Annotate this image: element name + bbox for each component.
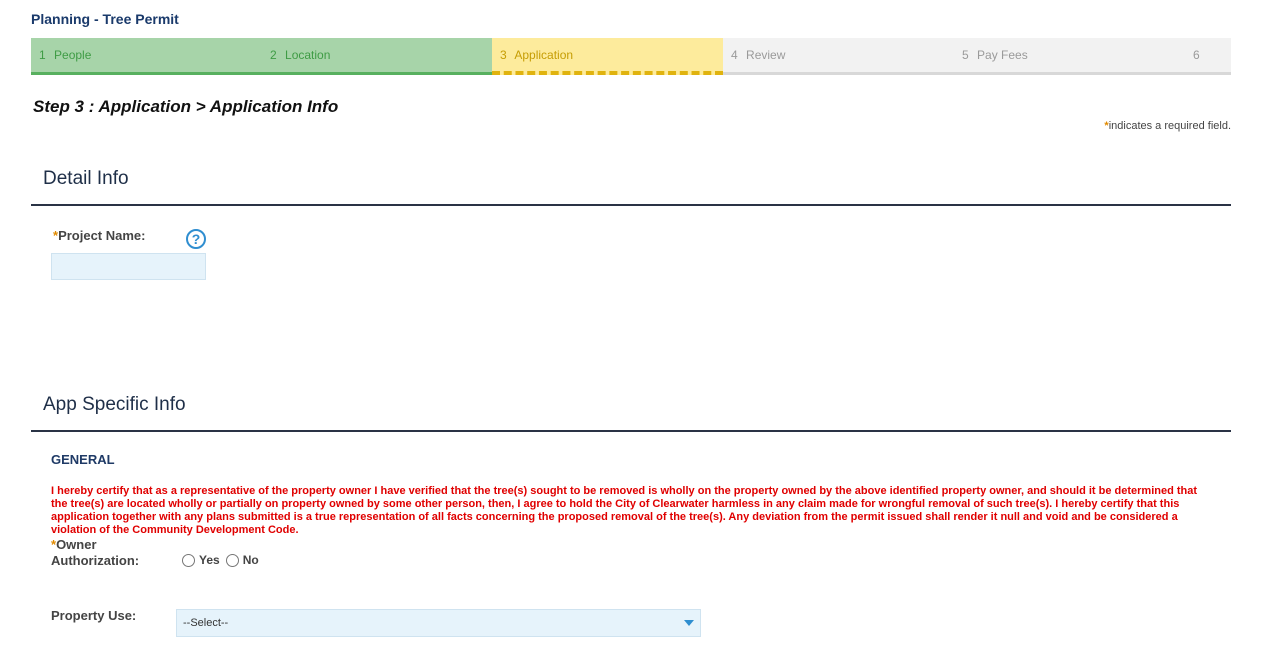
required-note-text: indicates a required field. — [1108, 120, 1231, 132]
owner-authorization-label: *Owner Authorization: — [51, 537, 139, 569]
step-number: 2 — [270, 48, 277, 62]
chevron-down-icon — [684, 620, 694, 626]
section-divider — [31, 204, 1231, 206]
owner-label-line1: Owner — [56, 537, 97, 552]
page-title: Planning - Tree Permit — [31, 11, 179, 27]
step-number: 3 — [500, 48, 507, 62]
project-name-label-text: Project Name: — [58, 228, 146, 243]
step-people[interactable]: 1 People — [31, 38, 262, 75]
yes-label[interactable]: Yes — [199, 553, 220, 567]
detail-info-title: Detail Info — [43, 168, 129, 189]
certification-text: I hereby certify that as a representativ… — [51, 485, 1198, 536]
step-heading: Step 3 : Application > Application Info — [33, 97, 339, 116]
step-pay-fees: 5 Pay Fees — [954, 38, 1185, 75]
step-6: 6 — [1185, 38, 1231, 75]
step-number: 6 — [1193, 48, 1200, 62]
no-radio[interactable] — [225, 553, 239, 567]
step-label: Location — [285, 48, 331, 62]
yes-radio[interactable] — [182, 553, 195, 567]
step-label: Pay Fees — [977, 48, 1028, 62]
step-number: 5 — [962, 48, 969, 62]
owner-label-line2: Authorization: — [51, 553, 140, 568]
property-use-select[interactable]: --Select-- — [176, 609, 701, 637]
app-specific-info-title: App Specific Info — [43, 394, 186, 415]
owner-authorization-radios: Yes No — [182, 553, 265, 567]
general-group-title: GENERAL — [51, 452, 115, 467]
property-use-selected: --Select-- — [183, 617, 229, 629]
step-label: Application — [514, 48, 574, 62]
step-review: 4 Review — [723, 38, 954, 75]
step-location[interactable]: 2 Location — [262, 38, 492, 75]
project-name-label: *Project Name: — [53, 228, 145, 243]
step-number: 1 — [39, 48, 46, 62]
question-icon[interactable]: ? — [186, 229, 206, 249]
step-number: 4 — [731, 48, 738, 62]
property-use-label: Property Use: — [51, 608, 137, 623]
step-progress-bar: 1 People 2 Location 3 Application 4 Revi… — [31, 38, 1231, 75]
project-name-input[interactable] — [51, 253, 206, 280]
step-label: Review — [746, 48, 786, 62]
no-label[interactable]: No — [243, 553, 259, 567]
step-application[interactable]: 3 Application — [492, 38, 723, 75]
step-label: People — [54, 48, 92, 62]
section-divider — [31, 430, 1231, 432]
required-field-note: *indicates a required field. — [1104, 120, 1231, 132]
